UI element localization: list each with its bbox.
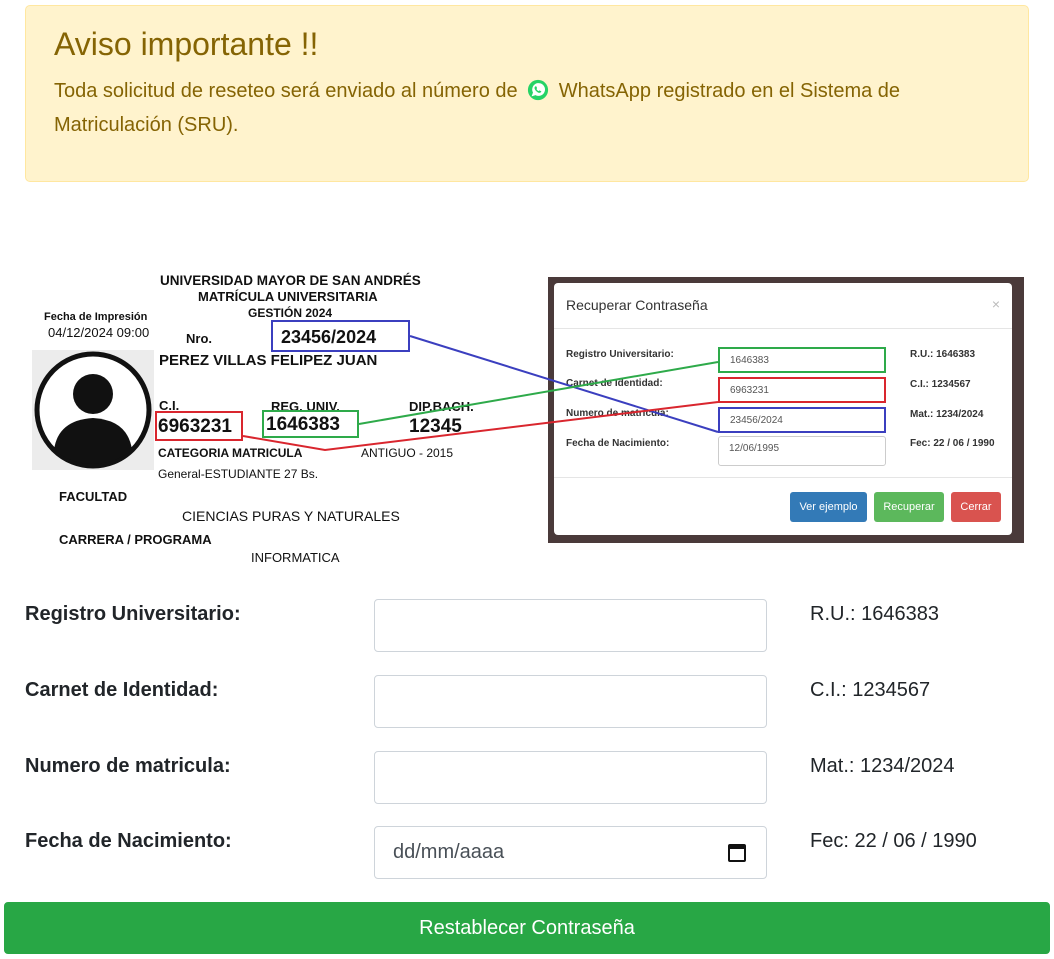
notice-title: Aviso importante !! <box>54 26 319 62</box>
label-ru: Registro Universitario: <box>25 603 241 625</box>
mat-connector-line <box>409 335 719 433</box>
hint-ru: R.U.: 1646383 <box>810 603 939 625</box>
birthdate-input[interactable]: dd/mm/aaaa <box>374 826 767 879</box>
label-date: Fecha de Nacimiento: <box>25 830 232 852</box>
ci-input[interactable] <box>374 675 767 728</box>
reset-password-button[interactable]: Restablecer Contraseña <box>4 902 1050 954</box>
hint-date: Fec: 22 / 06 / 1990 <box>810 830 977 852</box>
mat-input[interactable] <box>374 751 767 804</box>
ru-input[interactable] <box>374 599 767 652</box>
form-row-ru: Registro Universitario: R.U.: 1646383 <box>25 599 1029 653</box>
label-ci: Carnet de Identidad: <box>25 679 219 701</box>
calendar-icon[interactable] <box>728 844 746 862</box>
label-mat: Numero de matricula: <box>25 755 231 777</box>
connector-lines <box>242 335 719 452</box>
notice-text-before: Toda solicitud de reseteo será enviado a… <box>54 80 518 102</box>
example-illustration: UNIVERSIDAD MAYOR DE SAN ANDRÉS MATRÍCUL… <box>0 260 1054 580</box>
birthdate-placeholder: dd/mm/aaaa <box>393 841 505 863</box>
important-notice: Aviso importante !! Toda solicitud de re… <box>25 5 1029 182</box>
whatsapp-icon <box>528 79 549 101</box>
notice-text: Toda solicitud de reseteo será enviado a… <box>54 74 1000 142</box>
form-row-date: Fecha de Nacimiento: dd/mm/aaaa Fec: 22 … <box>25 826 1029 880</box>
hint-ci: C.I.: 1234567 <box>810 679 931 701</box>
form-row-mat: Numero de matricula: Mat.: 1234/2024 <box>25 751 1029 805</box>
form-row-ci: Carnet de Identidad: C.I.: 1234567 <box>25 675 1029 729</box>
hint-mat: Mat.: 1234/2024 <box>810 755 955 777</box>
